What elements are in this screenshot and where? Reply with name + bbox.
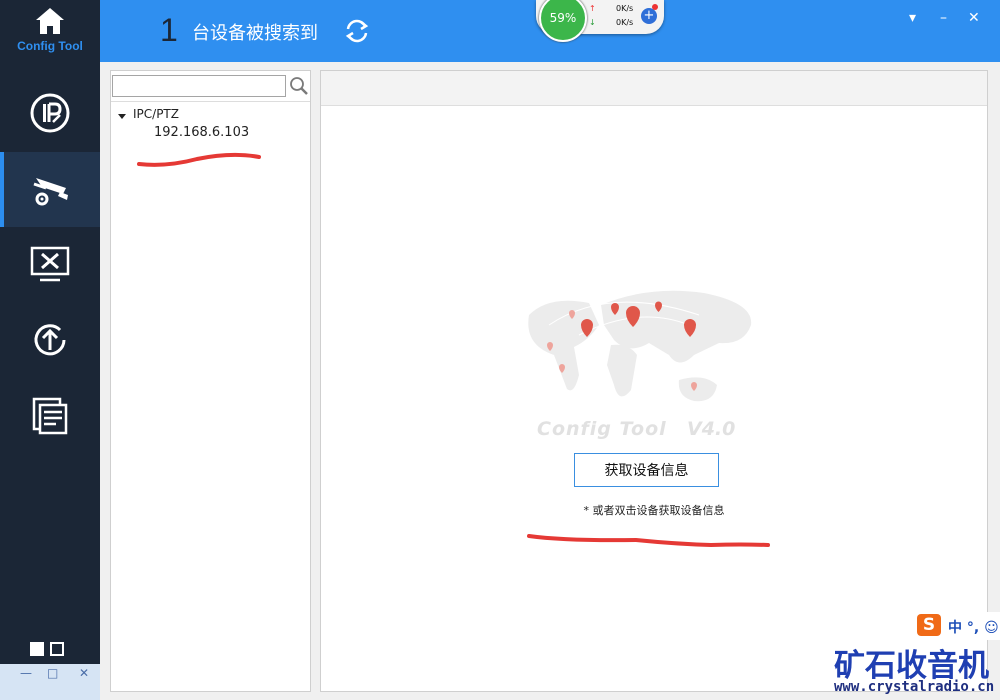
world-map-illustration bbox=[528, 290, 752, 402]
red-underline-annotation bbox=[137, 152, 261, 167]
camera-settings-icon bbox=[33, 177, 68, 205]
content-toolbar bbox=[321, 71, 987, 106]
sidebar-item-tools[interactable] bbox=[0, 226, 100, 301]
ime-toolbar[interactable]: S 中 °, ☺ bbox=[914, 612, 1000, 640]
ime-status: 中 °, ☺ bbox=[948, 620, 999, 636]
ip-icon bbox=[30, 93, 70, 132]
brand-version: V4.0 bbox=[687, 418, 736, 440]
bottom-left-toolbar: — □ ✕ bbox=[0, 664, 100, 700]
device-tree-panel: IPC/PTZ 192.168.6.103 bbox=[110, 70, 311, 692]
restore-button[interactable]: □ bbox=[47, 666, 58, 680]
close-window-button[interactable]: ✕ bbox=[968, 10, 980, 26]
sogou-logo-icon: S bbox=[917, 614, 941, 636]
layout-square-filled-icon bbox=[30, 642, 44, 656]
sidebar-item-ip[interactable] bbox=[0, 75, 100, 150]
get-device-info-button[interactable]: 获取设备信息 bbox=[574, 453, 719, 487]
download-speed: 0K/s bbox=[616, 18, 634, 27]
minimize-window-button[interactable]: – bbox=[940, 10, 947, 26]
upgrade-icon bbox=[34, 323, 66, 355]
device-info-panel: Config Tool V4.0 获取设备信息 * 或者双击设备获取设备信息 bbox=[320, 70, 988, 692]
sidebar-item-camera-settings[interactable] bbox=[0, 152, 100, 227]
device-count: 1 bbox=[160, 12, 178, 48]
document-list-icon bbox=[32, 397, 68, 434]
plus-icon[interactable]: + bbox=[641, 8, 657, 24]
main-area: IPC/PTZ 192.168.6.103 Config Tool V4.0 获… bbox=[100, 62, 1000, 700]
layout-square-empty-icon bbox=[50, 642, 64, 656]
expand-arrow-icon[interactable] bbox=[118, 114, 126, 119]
logo-text: Config Tool bbox=[17, 39, 83, 53]
minimize-button[interactable]: — bbox=[20, 666, 32, 680]
refresh-icon[interactable] bbox=[343, 17, 371, 45]
close-button[interactable]: ✕ bbox=[79, 666, 89, 680]
tree-device-item[interactable]: 192.168.6.103 bbox=[154, 125, 249, 140]
upload-speed: 0K/s bbox=[616, 4, 634, 13]
home-icon bbox=[36, 8, 64, 34]
tree-group-ipc-ptz[interactable]: IPC/PTZ bbox=[133, 107, 179, 121]
watermark-url: www.crystalradio.cn bbox=[834, 679, 995, 695]
sidebar-item-documents[interactable] bbox=[0, 377, 100, 452]
brand-name: Config Tool bbox=[537, 418, 667, 440]
search-input[interactable] bbox=[112, 75, 286, 97]
sidebar-item-upgrade[interactable] bbox=[0, 302, 100, 377]
header-title: 台设备被搜索到 bbox=[192, 23, 318, 44]
notification-dot bbox=[652, 4, 658, 10]
tree-divider bbox=[111, 101, 310, 102]
upload-arrow-icon: ↑ bbox=[589, 4, 596, 13]
menu-dropdown-button[interactable]: ▾ bbox=[909, 10, 916, 26]
tools-monitor-icon bbox=[30, 246, 70, 281]
red-underline-annotation-2 bbox=[527, 534, 770, 548]
network-speed-widget[interactable]: 59% ↑ 0K/s ↓ 0K/s + bbox=[536, 0, 664, 42]
search-icon[interactable] bbox=[289, 76, 309, 96]
sidebar: Config Tool bbox=[0, 0, 100, 700]
app-logo: Config Tool bbox=[0, 0, 100, 62]
download-arrow-icon: ↓ bbox=[589, 18, 596, 27]
hint-text: * 或者双击设备获取设备信息 bbox=[583, 504, 725, 517]
